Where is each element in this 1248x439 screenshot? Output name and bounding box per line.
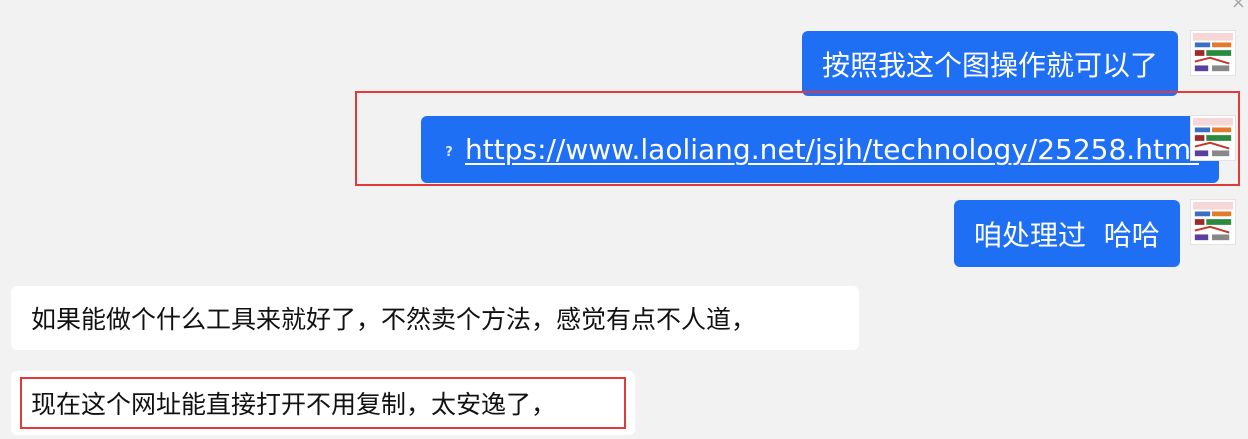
link-icon: ? (445, 144, 453, 160)
message-text: 按照我这个图操作就可以了 (822, 48, 1159, 82)
message-bubble-incoming[interactable]: 如果能做个什么工具来就好了，不然卖个方法，感觉有点不人道， (11, 286, 859, 350)
message-bubble-incoming[interactable]: 现在这个网址能直接打开不用复制，太安逸了， (11, 371, 635, 435)
avatar-icon[interactable] (1190, 30, 1236, 76)
message-text: 咱处理过 哈哈 (974, 218, 1160, 252)
message-bubble-outgoing[interactable]: 按照我这个图操作就可以了 (802, 31, 1179, 96)
message-bubble-link[interactable]: ? https://www.laoliang.net/jsjh/technolo… (421, 116, 1219, 183)
avatar-icon[interactable] (1190, 115, 1236, 161)
message-text: 现在这个网址能直接打开不用复制，太安逸了， (31, 390, 557, 419)
message-link[interactable]: https://www.laoliang.net/jsjh/technology… (465, 133, 1199, 166)
avatar-icon[interactable] (1190, 199, 1236, 245)
message-text: 如果能做个什么工具来就好了，不然卖个方法，感觉有点不人道， (31, 305, 757, 334)
close-icon[interactable]: × (1231, 0, 1246, 12)
message-bubble-outgoing[interactable]: 咱处理过 哈哈 (954, 200, 1180, 267)
